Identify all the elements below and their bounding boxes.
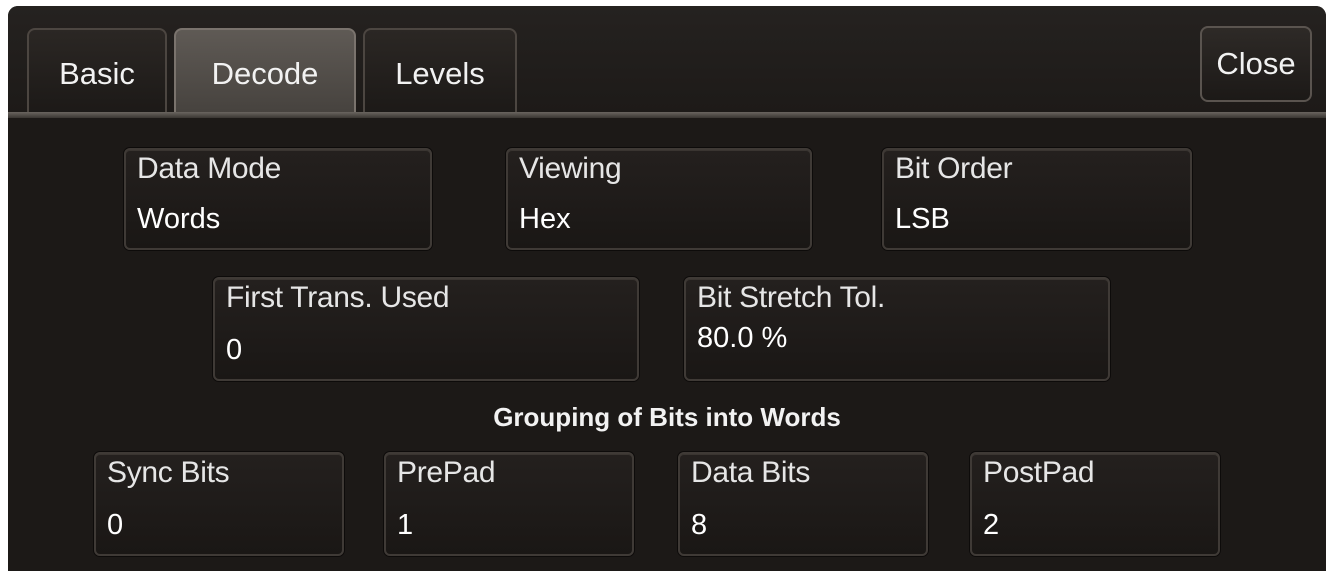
tab-basic[interactable]: Basic: [27, 28, 167, 114]
bit-order-field[interactable]: Bit Order LSB: [882, 148, 1192, 250]
data-bits-field[interactable]: Data Bits 8: [678, 452, 928, 556]
viewing-label: Viewing: [519, 152, 622, 185]
data-mode-label: Data Mode: [137, 152, 282, 185]
bit-stretch-tol-field[interactable]: Bit Stretch Tol. 80.0 %: [684, 277, 1110, 381]
decode-dialog: Basic Decode Levels Close Data Mode Word…: [8, 6, 1326, 571]
data-mode-field[interactable]: Data Mode Words: [124, 148, 432, 250]
bit-stretch-tol-value: 80.0 %: [697, 322, 788, 354]
sync-bits-label: Sync Bits: [107, 456, 230, 489]
bit-order-value: LSB: [895, 203, 950, 235]
viewing-value: Hex: [519, 203, 571, 235]
first-trans-used-field[interactable]: First Trans. Used 0: [213, 277, 639, 381]
data-bits-label: Data Bits: [691, 456, 811, 489]
decode-panel: Data Mode Words Viewing Hex Bit Order LS…: [8, 118, 1326, 571]
sync-bits-value: 0: [107, 509, 124, 541]
grouping-title: Grouping of Bits into Words: [493, 402, 841, 432]
data-mode-value: Words: [137, 203, 221, 235]
prepad-label: PrePad: [397, 456, 496, 489]
postpad-field[interactable]: PostPad 2: [970, 452, 1220, 556]
first-trans-used-value: 0: [226, 334, 243, 366]
data-bits-value: 8: [691, 509, 708, 541]
viewing-field[interactable]: Viewing Hex: [506, 148, 812, 250]
postpad-label: PostPad: [983, 456, 1095, 489]
bit-stretch-tol-label: Bit Stretch Tol.: [697, 281, 886, 314]
prepad-value: 1: [397, 509, 414, 541]
tab-decode[interactable]: Decode: [174, 28, 356, 114]
bit-order-label: Bit Order: [895, 152, 1013, 185]
close-button[interactable]: Close: [1200, 26, 1312, 102]
postpad-value: 2: [983, 509, 1000, 541]
first-trans-used-label: First Trans. Used: [226, 281, 450, 314]
sync-bits-field[interactable]: Sync Bits 0: [94, 452, 344, 556]
tab-levels[interactable]: Levels: [363, 28, 517, 114]
tab-bar: Basic Decode Levels Close: [8, 6, 1326, 114]
prepad-field[interactable]: PrePad 1: [384, 452, 634, 556]
